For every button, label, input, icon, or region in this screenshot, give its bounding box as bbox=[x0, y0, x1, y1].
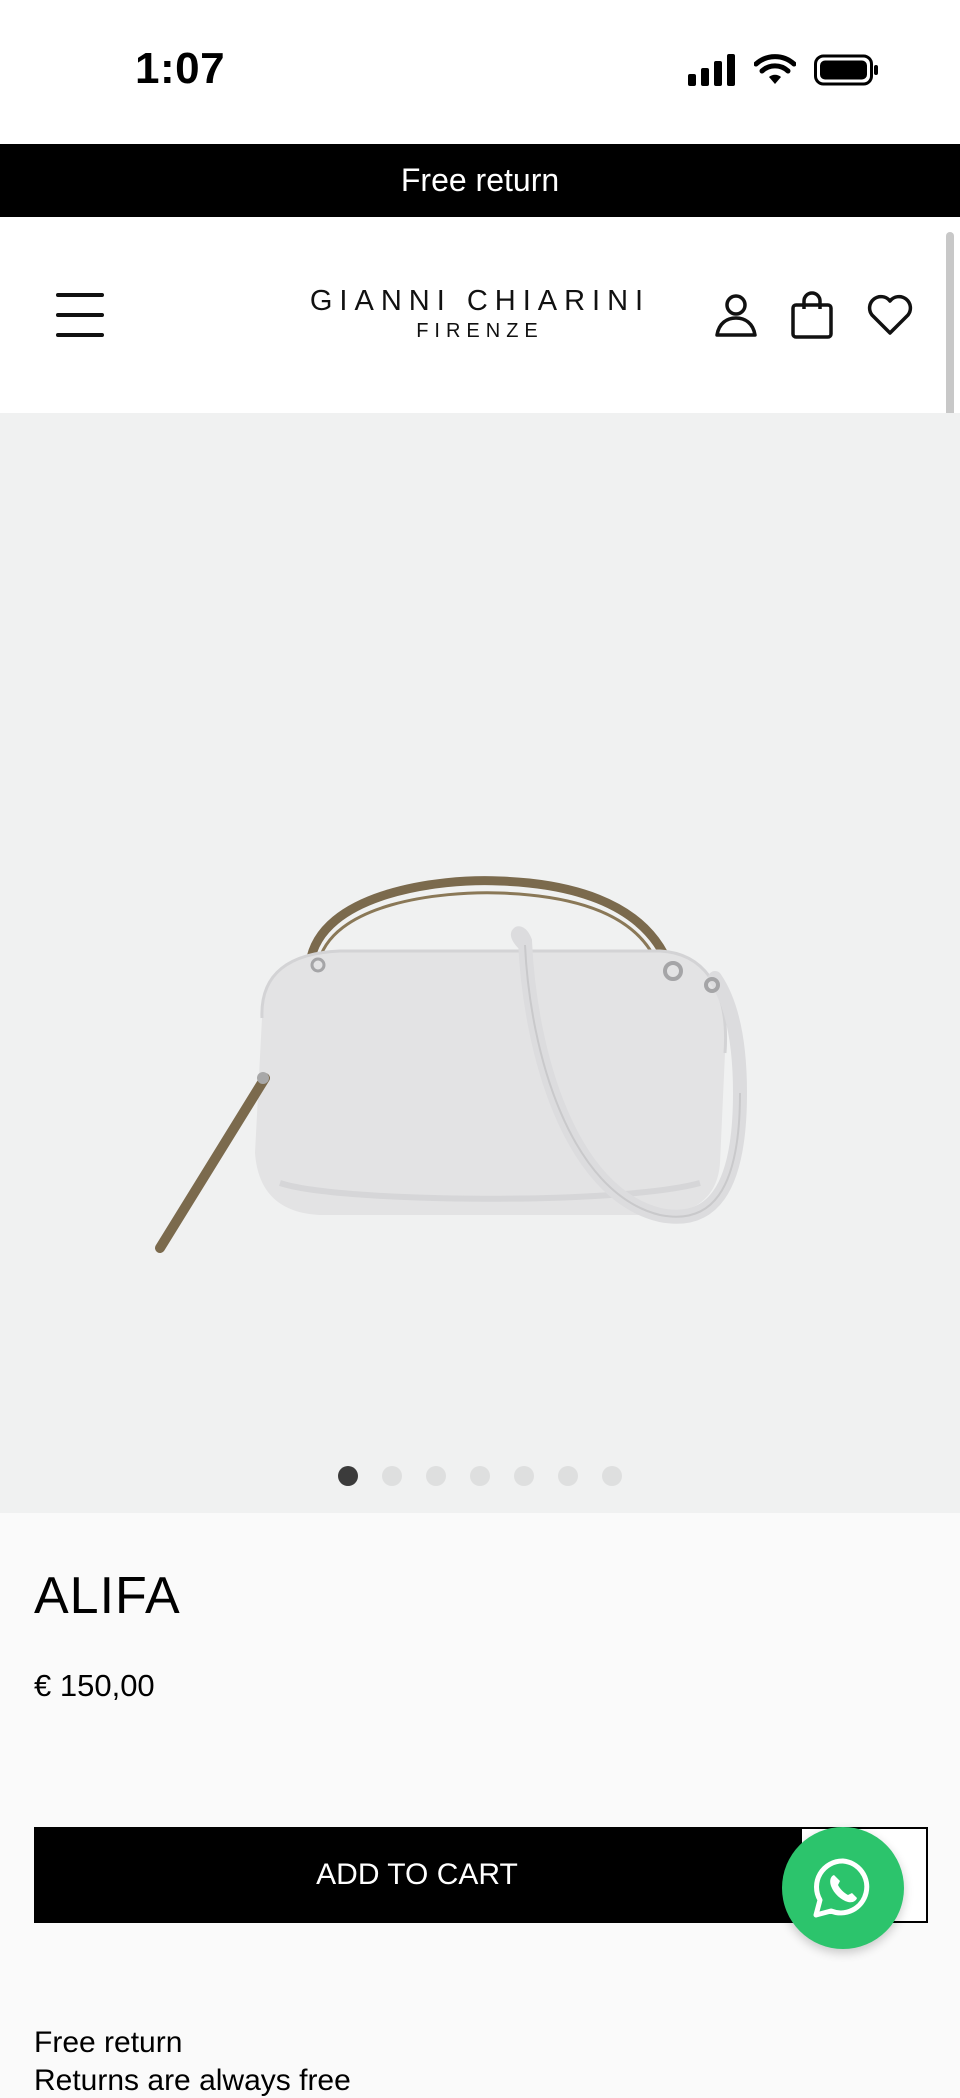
account-button[interactable] bbox=[712, 291, 760, 339]
wishlist-button[interactable] bbox=[866, 291, 914, 339]
whatsapp-icon bbox=[813, 1858, 870, 1918]
product-title: ALIFA bbox=[34, 1567, 181, 1625]
product-image-handbag bbox=[155, 876, 748, 1253]
menu-icon-bar bbox=[56, 313, 104, 317]
gallery-dot[interactable] bbox=[470, 1466, 490, 1486]
gallery-dot[interactable] bbox=[426, 1466, 446, 1486]
site-header: GIANNI CHIARINI FIRENZE bbox=[0, 217, 960, 413]
gallery-dot[interactable] bbox=[338, 1466, 358, 1486]
add-to-cart-label: ADD TO CART bbox=[316, 1858, 518, 1891]
menu-button[interactable] bbox=[56, 293, 106, 337]
gallery-dot[interactable] bbox=[514, 1466, 534, 1486]
add-to-cart-button[interactable]: ADD TO CART bbox=[34, 1827, 800, 1923]
gallery-dot[interactable] bbox=[602, 1466, 622, 1486]
product-gallery[interactable] bbox=[0, 413, 960, 1513]
status-time: 1:07 bbox=[135, 44, 226, 93]
wifi-icon bbox=[754, 54, 796, 84]
status-icons bbox=[688, 54, 880, 86]
gallery-dot[interactable] bbox=[558, 1466, 578, 1486]
brand-name: GIANNI CHIARINI bbox=[309, 285, 651, 317]
account-icon bbox=[715, 294, 757, 337]
promo-text: Free return bbox=[400, 162, 560, 198]
promo-banner[interactable]: Free return bbox=[0, 144, 960, 217]
shopping-bag-icon bbox=[791, 291, 833, 339]
signal-icon bbox=[688, 54, 735, 86]
gallery-dot[interactable] bbox=[382, 1466, 402, 1486]
free-return-text: Returns are always free bbox=[34, 2064, 351, 2097]
battery-icon bbox=[814, 54, 878, 86]
menu-icon-bar bbox=[56, 333, 104, 337]
free-return-title: Free return bbox=[34, 2026, 183, 2059]
menu-icon bbox=[56, 293, 104, 297]
brand-logo[interactable]: GIANNI CHIARINI FIRENZE bbox=[300, 285, 660, 343]
heart-icon bbox=[867, 294, 913, 335]
whatsapp-chat-button[interactable] bbox=[782, 1827, 904, 1949]
cart-button[interactable] bbox=[788, 291, 836, 339]
status-bar: 1:07 bbox=[0, 0, 960, 144]
product-price: € 150,00 bbox=[34, 1668, 155, 1703]
brand-city: FIRENZE bbox=[416, 320, 544, 342]
gallery-pagination bbox=[0, 1466, 960, 1486]
